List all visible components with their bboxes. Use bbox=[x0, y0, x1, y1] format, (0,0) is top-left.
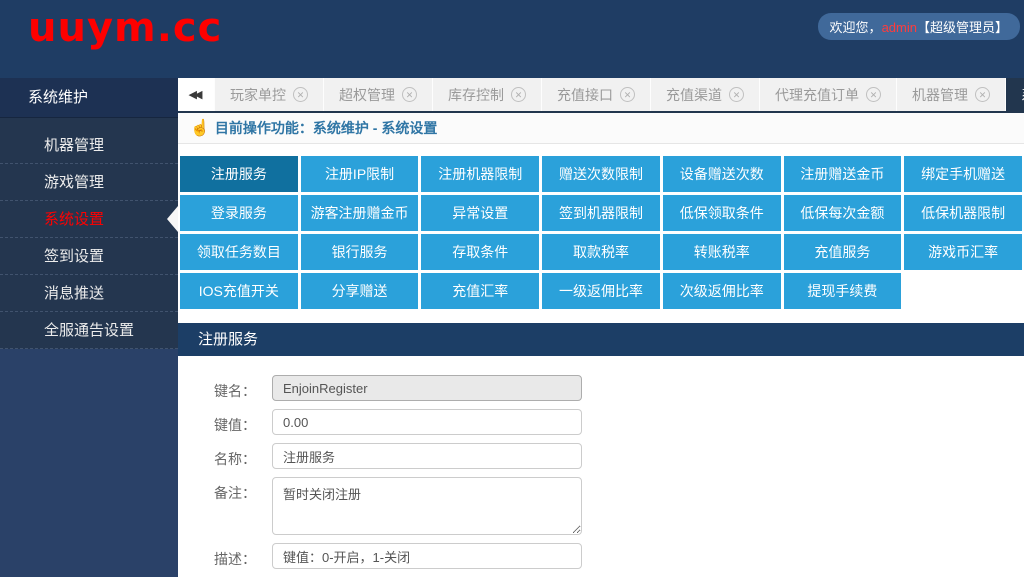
setting-btn-subsistence-machine-limit[interactable]: 低保机器限制 bbox=[904, 195, 1022, 231]
content-area: ◀◀ 玩家单控 ✕ 超权管理 ✕ 库存控制 ✕ 充值接口 ✕ 充值渠道 ✕ 代理充值订单 ✕… bbox=[178, 78, 1024, 577]
sidebar-title: 系统维护 bbox=[0, 78, 178, 118]
setting-btn-device-gift-count[interactable]: 设备赠送次数 bbox=[663, 156, 781, 192]
form-row-description: 描述： bbox=[192, 543, 1024, 569]
sidebar-item-game-manage[interactable]: 游戏管理 bbox=[0, 164, 178, 201]
breadcrumb: ☝ 目前操作功能：系统维护 - 系统设置 bbox=[178, 113, 1024, 144]
setting-btn-task-claim-count[interactable]: 领取任务数目 bbox=[180, 234, 298, 270]
tab-label: 机器管理 bbox=[912, 85, 968, 105]
sidebar-item-label: 系统设置 bbox=[44, 211, 104, 228]
grid-empty-cell bbox=[904, 273, 1022, 309]
site-logo: uuym.cc bbox=[0, 0, 222, 51]
setting-btn-register-gift-coins[interactable]: 注册赠送金币 bbox=[784, 156, 902, 192]
tab-close-icon[interactable]: ✕ bbox=[729, 87, 744, 102]
top-header: uuym.cc 欢迎您，admin【超级管理员】 bbox=[0, 0, 1024, 78]
sidebar: 系统维护 机器管理 游戏管理 系统设置 签到设置 消息推送 全服通告设置 bbox=[0, 78, 178, 577]
key-value-field[interactable] bbox=[272, 409, 582, 435]
setting-btn-ios-recharge-switch[interactable]: IOS充值开关 bbox=[180, 273, 298, 309]
key-name-label: 键名： bbox=[192, 375, 256, 401]
username: admin bbox=[882, 20, 917, 35]
tab-close-icon[interactable]: ✕ bbox=[293, 87, 308, 102]
setting-btn-register-service[interactable]: 注册服务 bbox=[180, 156, 298, 192]
tab-bar: ◀◀ 玩家单控 ✕ 超权管理 ✕ 库存控制 ✕ 充值接口 ✕ 充值渠道 ✕ 代理充值订单 ✕… bbox=[178, 78, 1024, 113]
setting-btn-bank-service[interactable]: 银行服务 bbox=[301, 234, 419, 270]
setting-btn-gift-count-limit[interactable]: 赠送次数限制 bbox=[542, 156, 660, 192]
sidebar-item-message-push[interactable]: 消息推送 bbox=[0, 275, 178, 312]
register-service-form: 键名： 键值： 名称： 备注： 暂时关闭注册 描述： bbox=[178, 356, 1024, 577]
tab-label: 充值渠道 bbox=[666, 85, 722, 105]
description-field[interactable] bbox=[272, 543, 582, 569]
collapse-tabs-icon[interactable]: ◀◀ bbox=[178, 78, 214, 111]
active-item-arrow-icon bbox=[167, 206, 178, 232]
setting-btn-subsistence-amount[interactable]: 低保每次金额 bbox=[784, 195, 902, 231]
tab-close-icon[interactable]: ✕ bbox=[975, 87, 990, 102]
setting-btn-register-machine-limit[interactable]: 注册机器限制 bbox=[421, 156, 539, 192]
setting-btn-bind-phone-gift[interactable]: 绑定手机赠送 bbox=[904, 156, 1022, 192]
setting-btn-login-service[interactable]: 登录服务 bbox=[180, 195, 298, 231]
setting-btn-guest-register-gift[interactable]: 游客注册赠金币 bbox=[301, 195, 419, 231]
sidebar-item-label: 机器管理 bbox=[44, 137, 104, 154]
sidebar-item-label: 签到设置 bbox=[44, 248, 104, 265]
name-field[interactable] bbox=[272, 443, 582, 469]
welcome-prefix: 欢迎您， bbox=[830, 20, 882, 35]
sidebar-item-signin-settings[interactable]: 签到设置 bbox=[0, 238, 178, 275]
setting-btn-recharge-service[interactable]: 充值服务 bbox=[784, 234, 902, 270]
section-title: 注册服务 bbox=[178, 323, 1024, 356]
form-row-key-value: 键值： bbox=[192, 409, 1024, 435]
sidebar-item-system-settings[interactable]: 系统设置 bbox=[0, 201, 178, 238]
tab-system-settings[interactable]: 系统设置✕ bbox=[1006, 78, 1024, 111]
setting-btn-subsistence-claim-condition[interactable]: 低保领取条件 bbox=[663, 195, 781, 231]
form-row-name: 名称： bbox=[192, 443, 1024, 469]
welcome-badge: 欢迎您，admin【超级管理员】 bbox=[818, 13, 1020, 40]
setting-btn-share-gift[interactable]: 分享赠送 bbox=[301, 273, 419, 309]
sidebar-item-label: 消息推送 bbox=[44, 285, 104, 302]
tab-label: 玩家单控 bbox=[230, 85, 286, 105]
sidebar-item-label: 游戏管理 bbox=[44, 174, 104, 191]
setting-btn-withdraw-tax[interactable]: 取款税率 bbox=[542, 234, 660, 270]
form-row-remark: 备注： 暂时关闭注册 bbox=[192, 477, 1024, 535]
key-name-field bbox=[272, 375, 582, 401]
setting-btn-recharge-rate[interactable]: 充值汇率 bbox=[421, 273, 539, 309]
remark-label: 备注： bbox=[192, 477, 256, 535]
tab-label: 超权管理 bbox=[339, 85, 395, 105]
tab-inventory-control[interactable]: 库存控制 ✕ bbox=[433, 78, 541, 111]
main-layout: 系统维护 机器管理 游戏管理 系统设置 签到设置 消息推送 全服通告设置 ◀◀ … bbox=[0, 78, 1024, 577]
pointer-icon: ☝ bbox=[190, 118, 210, 138]
sidebar-menu: 机器管理 游戏管理 系统设置 签到设置 消息推送 全服通告设置 bbox=[0, 118, 178, 349]
tab-agent-recharge-orders[interactable]: 代理充值订单 ✕ bbox=[760, 78, 896, 111]
setting-btn-level1-rebate[interactable]: 一级返佣比率 bbox=[542, 273, 660, 309]
setting-btn-transfer-tax[interactable]: 转账税率 bbox=[663, 234, 781, 270]
breadcrumb-text: 目前操作功能：系统维护 - 系统设置 bbox=[215, 118, 437, 138]
setting-btn-game-coin-rate[interactable]: 游戏币汇率 bbox=[904, 234, 1022, 270]
tab-player-control[interactable]: 玩家单控 ✕ bbox=[215, 78, 323, 111]
sidebar-item-label: 全服通告设置 bbox=[44, 322, 134, 339]
tab-super-permission[interactable]: 超权管理 ✕ bbox=[324, 78, 432, 111]
key-value-label: 键值： bbox=[192, 409, 256, 435]
tab-label: 库存控制 bbox=[448, 85, 504, 105]
setting-btn-deposit-condition[interactable]: 存取条件 bbox=[421, 234, 539, 270]
tab-label: 充值接口 bbox=[557, 85, 613, 105]
setting-btn-register-ip-limit[interactable]: 注册IP限制 bbox=[301, 156, 419, 192]
remark-field[interactable]: 暂时关闭注册 bbox=[272, 477, 582, 535]
tab-recharge-channel[interactable]: 充值渠道 ✕ bbox=[651, 78, 759, 111]
sidebar-item-global-announce[interactable]: 全服通告设置 bbox=[0, 312, 178, 349]
tab-recharge-api[interactable]: 充值接口 ✕ bbox=[542, 78, 650, 111]
setting-btn-abnormal-settings[interactable]: 异常设置 bbox=[421, 195, 539, 231]
setting-btn-withdraw-fee[interactable]: 提现手续费 bbox=[784, 273, 902, 309]
sidebar-item-machine-manage[interactable]: 机器管理 bbox=[0, 127, 178, 164]
tab-machine-manage[interactable]: 机器管理 ✕ bbox=[897, 78, 1005, 111]
tab-close-icon[interactable]: ✕ bbox=[511, 87, 526, 102]
user-role: 【超级管理员】 bbox=[917, 20, 1008, 35]
settings-button-grid: 注册服务 注册IP限制 注册机器限制 赠送次数限制 设备赠送次数 注册赠送金币 … bbox=[178, 144, 1024, 309]
setting-btn-signin-machine-limit[interactable]: 签到机器限制 bbox=[542, 195, 660, 231]
tab-close-icon[interactable]: ✕ bbox=[620, 87, 635, 102]
tab-close-icon[interactable]: ✕ bbox=[402, 87, 417, 102]
setting-btn-level2-rebate[interactable]: 次级返佣比率 bbox=[663, 273, 781, 309]
tab-close-icon[interactable]: ✕ bbox=[866, 87, 881, 102]
tab-label: 代理充值订单 bbox=[775, 85, 859, 105]
form-row-key-name: 键名： bbox=[192, 375, 1024, 401]
description-label: 描述： bbox=[192, 543, 256, 569]
name-label: 名称： bbox=[192, 443, 256, 469]
